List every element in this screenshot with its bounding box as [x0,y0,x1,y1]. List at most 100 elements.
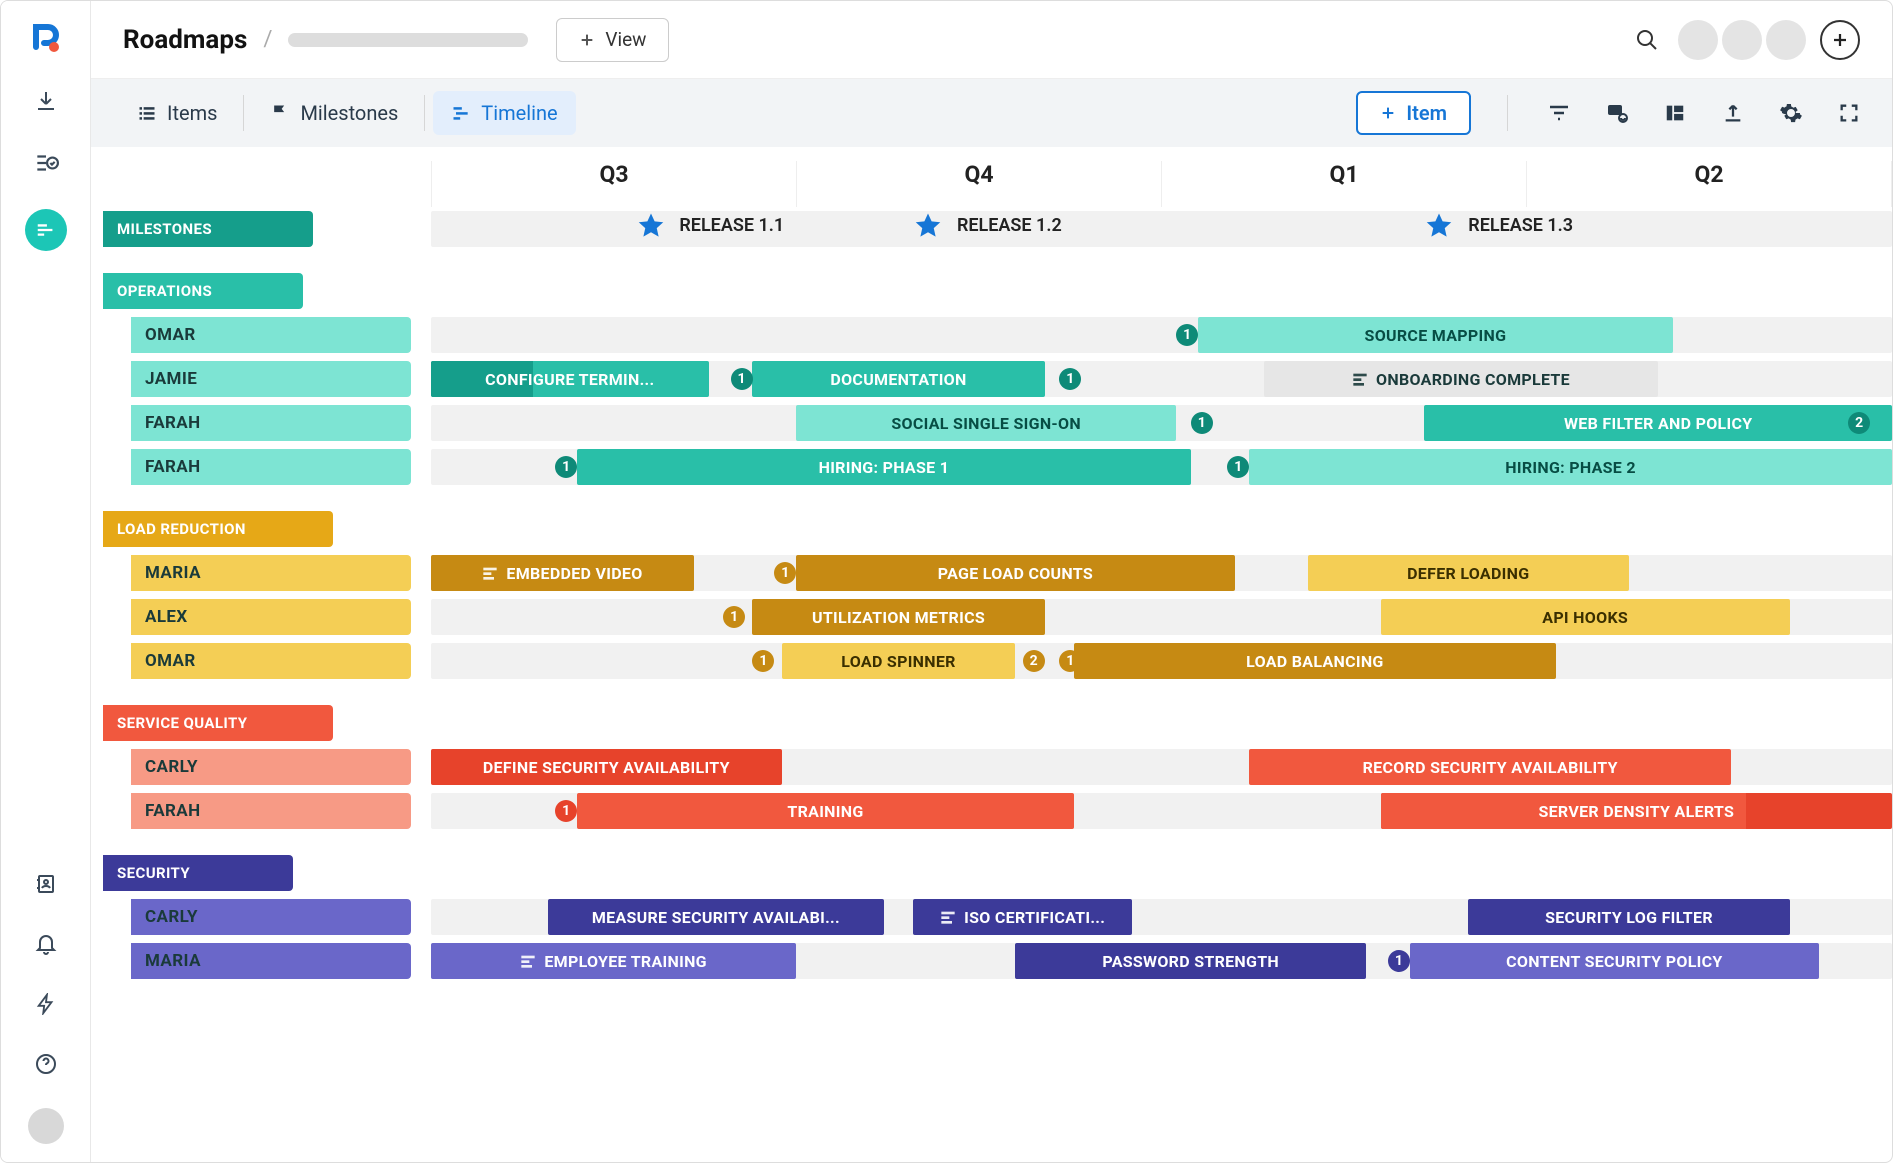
tab-milestones[interactable]: Milestones [252,91,416,135]
milestone-label: RELEASE 1.3 [1468,215,1573,236]
current-user-avatar[interactable] [28,1108,64,1144]
timeline-bar[interactable]: API HOOKS [1381,599,1790,635]
timeline-bar[interactable]: HIRING: PHASE 1 [577,449,1191,485]
timeline-bar[interactable]: SOCIAL SINGLE SIGN-ON [796,405,1176,441]
timeline-bar[interactable]: WEB FILTER AND POLICY [1424,405,1892,441]
add-view-button[interactable]: View [556,18,669,62]
tab-items[interactable]: Items [119,91,235,135]
track [431,317,1892,353]
timeline-bar[interactable]: HIRING: PHASE 2 [1249,449,1892,485]
link-card-icon[interactable] [1602,98,1632,128]
bar-label: PASSWORD STRENGTH [1102,952,1279,971]
timeline-bar[interactable]: TRAINING [577,793,1074,829]
group-label[interactable]: LOAD REDUCTION [103,511,333,547]
bar-label: SERVER DENSITY ALERTS [1538,802,1734,821]
count-badge[interactable]: 1 [555,456,577,478]
timeline-bar[interactable]: DOCUMENTATION [752,361,1044,397]
swimlane-label[interactable]: MARIA [131,555,411,591]
swimlane-label[interactable]: JAMIE [131,361,411,397]
search-icon[interactable] [1630,23,1664,57]
bar-label: CONFIGURE TERMIN... [485,370,654,389]
timeline-bar[interactable]: SOURCE MAPPING [1198,317,1673,353]
bar-label: DEFER LOADING [1407,564,1529,583]
timeline-bar[interactable]: SERVER DENSITY ALERTS [1381,793,1892,829]
count-badge[interactable]: 2 [1848,412,1870,434]
milestone-star-icon[interactable] [1424,211,1456,243]
filter-icon[interactable] [1544,98,1574,128]
bar-label: UTILIZATION METRICS [812,608,985,627]
count-badge[interactable]: 2 [1023,650,1045,672]
layout-icon[interactable] [1660,98,1690,128]
swimlane-label[interactable]: FARAH [131,405,411,441]
export-icon[interactable] [1718,98,1748,128]
swimlane-label[interactable]: MARIA [131,943,411,979]
timeline-bar[interactable]: PAGE LOAD COUNTS [796,555,1234,591]
timeline-bar[interactable]: SECURITY LOG FILTER [1468,899,1789,935]
user-avatar-2[interactable] [1722,20,1762,60]
timeline-bar[interactable]: RECORD SECURITY AVAILABILITY [1249,749,1731,785]
group-label[interactable]: SERVICE QUALITY [103,705,333,741]
milestone-label: RELEASE 1.2 [957,215,1062,236]
swimlane-label[interactable]: CARLY [131,899,411,935]
app-logo[interactable] [28,19,64,55]
swimlane-label[interactable]: OMAR [131,317,411,353]
quarter-cell: Q4 [796,161,1161,207]
topbar: Roadmaps / View [91,1,1892,79]
timeline-bar[interactable]: UTILIZATION METRICS [752,599,1044,635]
milestone-star-icon[interactable] [636,211,668,243]
list-check-icon[interactable] [30,147,62,179]
timeline-bar[interactable]: PASSWORD STRENGTH [1015,943,1366,979]
timeline-grid[interactable]: Q3Q4Q1Q2 RELEASE 1.1RELEASE 1.2RELEASE 1… [431,161,1892,1162]
timeline-bar[interactable]: DEFER LOADING [1308,555,1629,591]
timeline-bar[interactable]: EMBEDDED VIDEO [431,555,694,591]
swimlane-label[interactable]: OMAR [131,643,411,679]
bar-label: PAGE LOAD COUNTS [938,564,1093,583]
tab-timeline[interactable]: Timeline [433,91,575,135]
swimlane-label[interactable]: ALEX [131,599,411,635]
add-item-button[interactable]: Item [1356,91,1471,135]
milestone-star-icon[interactable] [913,211,945,243]
bar-label: HIRING: PHASE 1 [819,458,950,477]
swimlane-labels: MILESTONES OPERATIONS OMAR JAMIE FARAH FARAH L… [91,161,431,1162]
swimlane-label[interactable]: FARAH [131,449,411,485]
add-user-button[interactable] [1820,20,1860,60]
roadmap-icon[interactable] [25,209,67,251]
count-badge[interactable]: 1 [731,368,753,390]
fullscreen-icon[interactable] [1834,98,1864,128]
group-label-milestones[interactable]: MILESTONES [103,211,313,247]
contacts-icon[interactable] [30,868,62,900]
count-badge[interactable]: 1 [1176,324,1198,346]
gear-icon[interactable] [1776,98,1806,128]
timeline-bar[interactable]: CONTENT SECURITY POLICY [1410,943,1819,979]
timeline-bar[interactable]: ONBOARDING COMPLETE [1264,361,1658,397]
bar-label: TRAINING [787,802,863,821]
breadcrumb-placeholder[interactable] [288,33,528,47]
count-badge[interactable]: 1 [555,800,577,822]
quarter-cell: Q3 [431,161,796,207]
timeline-bar[interactable]: EMPLOYEE TRAINING [431,943,796,979]
timeline-bar[interactable]: LOAD BALANCING [1074,643,1556,679]
group-label[interactable]: OPERATIONS [103,273,303,309]
timeline-bar[interactable]: CONFIGURE TERMIN... [431,361,709,397]
user-avatar-3[interactable] [1766,20,1806,60]
user-avatar-1[interactable] [1678,20,1718,60]
bar-label: HIRING: PHASE 2 [1505,458,1636,477]
count-badge[interactable]: 1 [1388,950,1410,972]
timeline-bar[interactable]: DEFINE SECURITY AVAILABILITY [431,749,782,785]
timeline-bar[interactable]: ISO CERTIFICATI... [913,899,1132,935]
swimlane-label[interactable]: FARAH [131,793,411,829]
swimlane-label[interactable]: CARLY [131,749,411,785]
help-icon[interactable] [30,1048,62,1080]
timeline-bar[interactable]: LOAD SPINNER [782,643,1016,679]
bolt-icon[interactable] [30,988,62,1020]
timeline-bar[interactable]: MEASURE SECURITY AVAILABI... [548,899,884,935]
bell-icon[interactable] [30,928,62,960]
group-label[interactable]: SECURITY [103,855,293,891]
download-icon[interactable] [30,85,62,117]
breadcrumb-sep: / [263,27,272,52]
tab-items-label: Items [167,101,217,125]
toolbar-sep [1507,95,1508,131]
left-rail [1,1,91,1162]
bar-label: LOAD BALANCING [1246,652,1384,671]
count-badge[interactable]: 1 [1191,412,1213,434]
